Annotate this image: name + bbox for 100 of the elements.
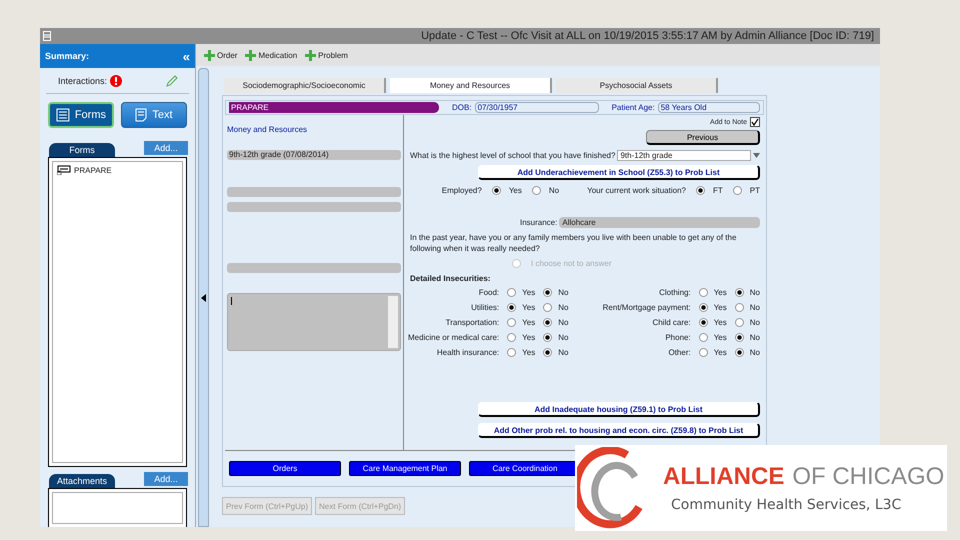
attachments-tab[interactable]: Attachments — [49, 474, 115, 488]
question-label: Health insurance: — [436, 348, 500, 357]
school-dropdown[interactable]: 9th-12th grade — [617, 150, 751, 161]
radio-button[interactable] — [507, 303, 516, 312]
radio-button[interactable] — [698, 288, 708, 297]
radio-button[interactable] — [698, 318, 708, 327]
radio-button[interactable] — [507, 288, 516, 297]
form-item[interactable]: PRAPARE — [74, 166, 112, 174]
summary-title: Summary: — [45, 51, 90, 61]
age-field: 58 Years Old — [658, 102, 760, 113]
section-tab[interactable]: Money and Resources — [390, 78, 552, 93]
notes-field[interactable] — [227, 293, 401, 351]
document-icon — [135, 108, 148, 122]
left-arrow-icon[interactable] — [201, 294, 206, 302]
option-label: Yes — [522, 303, 536, 312]
question-label: Medicine or medical care: — [408, 333, 500, 342]
radio-button[interactable] — [492, 186, 501, 195]
add-to-note-checkbox[interactable] — [750, 117, 760, 127]
window-icon — [43, 31, 51, 41]
radio-button[interactable] — [698, 348, 708, 357]
radio-button[interactable] — [734, 303, 744, 312]
section-tab[interactable]: Sociodemographic/Socioeconomic — [224, 78, 386, 93]
dob-label: DOB: — [452, 103, 472, 112]
question-label: Clothing: — [659, 288, 691, 297]
question-label: Rent/Mortgage payment: — [602, 303, 691, 312]
add-to-problem-list-button[interactable]: Add Inadequate housing (Z59.1) to Prob List — [478, 402, 760, 417]
radio-button[interactable] — [698, 333, 708, 342]
radio-button[interactable] — [507, 333, 516, 342]
unable-question: In the past year, have you or any family members you live with been unable to get any of the following when it was really needed? — [410, 232, 738, 254]
radio-button[interactable] — [543, 318, 552, 327]
radio-button[interactable] — [734, 348, 744, 357]
option-label: Yes — [508, 186, 522, 195]
action-button[interactable]: Care Management Plan — [349, 461, 461, 476]
section-tab[interactable]: Psychosocial Assets — [556, 78, 718, 93]
age-label: Patient Age: — [612, 103, 655, 112]
radio-button[interactable] — [543, 288, 552, 297]
radio-button[interactable] — [698, 303, 708, 312]
option-label: Yes — [714, 333, 727, 342]
logo-name-suffix: OF CHICAGO — [792, 463, 944, 491]
radio-button[interactable] — [734, 288, 744, 297]
add-to-problem-list-button[interactable]: Add Underachievement in School (Z55.3) to Prob List — [478, 165, 760, 180]
option-label: Yes — [522, 348, 536, 357]
collapse-button[interactable]: « — [182, 48, 190, 64]
option-label: No — [750, 318, 760, 327]
question-label: Employed? — [442, 186, 482, 195]
add-button[interactable]: Add... — [144, 141, 188, 155]
option-label: Yes — [714, 303, 727, 312]
logo-name: ALLIANCE — [663, 463, 784, 491]
radio-button[interactable] — [734, 318, 744, 327]
scroll-bar — [388, 296, 398, 348]
view-button[interactable]: Text — [121, 102, 187, 128]
option-label: No — [750, 348, 760, 357]
view-button[interactable]: Forms — [48, 102, 114, 128]
option-label: No — [548, 186, 560, 195]
section-heading: Money and Resources — [227, 125, 308, 134]
list-icon — [56, 108, 70, 122]
alert-icon — [110, 75, 122, 87]
radio-button[interactable] — [507, 348, 516, 357]
radio-button[interactable] — [543, 348, 552, 357]
question-label: Utilities: — [471, 303, 500, 312]
add-to-problem-list-button[interactable]: Add Other prob rel. to housing and econ. circ. (Z59.8) to Prob List — [478, 423, 760, 438]
answer-summary-field: 9th-12th grade (07/08/2014) — [227, 150, 401, 160]
radio-button[interactable] — [507, 318, 516, 327]
plus-icon — [204, 50, 215, 60]
plus-icon — [245, 50, 256, 60]
action-button[interactable]: Orders — [229, 461, 341, 476]
dropdown-arrow-icon[interactable] — [753, 153, 760, 158]
radio-button[interactable] — [512, 259, 521, 268]
option-label: No — [750, 288, 760, 297]
forms-tab[interactable]: Forms — [49, 143, 115, 157]
option-label: Yes — [522, 318, 536, 327]
option-label: Yes — [522, 333, 536, 342]
option-label: No — [750, 303, 760, 312]
insurance-label: Insurance: — [520, 218, 558, 227]
radio-button[interactable] — [543, 333, 552, 342]
radio-button[interactable] — [734, 333, 744, 342]
window-title: Update - C Test -- Ofc Visit at ALL on 10/19/2015 3:55:17 AM by Admin Alliance [Doc ID: 719] — [421, 30, 874, 42]
question-label: Phone: — [665, 333, 691, 342]
plus-icon — [305, 50, 316, 60]
interactions-label: Interactions: — [58, 76, 108, 86]
option-label: Yes — [714, 318, 727, 327]
option-label: Yes — [522, 288, 536, 297]
radio-button[interactable] — [543, 303, 552, 312]
pencil-icon[interactable] — [165, 74, 179, 88]
toolbar-button[interactable]: Order — [204, 50, 238, 60]
question-label: Transportation: — [446, 318, 500, 327]
form-name-bar: PRAPARE — [229, 102, 439, 113]
radio-button[interactable] — [696, 186, 705, 195]
radio-button[interactable] — [532, 186, 541, 195]
radio-button[interactable] — [732, 186, 742, 195]
option-label: No — [750, 333, 760, 342]
add-button[interactable]: Add... — [144, 472, 188, 486]
question-label: Your current work situation? — [587, 186, 686, 195]
toolbar-button[interactable]: Medication — [245, 50, 298, 60]
question-label: Food: — [478, 288, 500, 297]
question-label: Child care: — [652, 318, 691, 327]
option-label: No — [558, 303, 568, 312]
option-label: FT — [712, 186, 723, 195]
previous-button[interactable]: Previous — [646, 130, 760, 145]
toolbar-button[interactable]: Problem — [305, 50, 348, 60]
